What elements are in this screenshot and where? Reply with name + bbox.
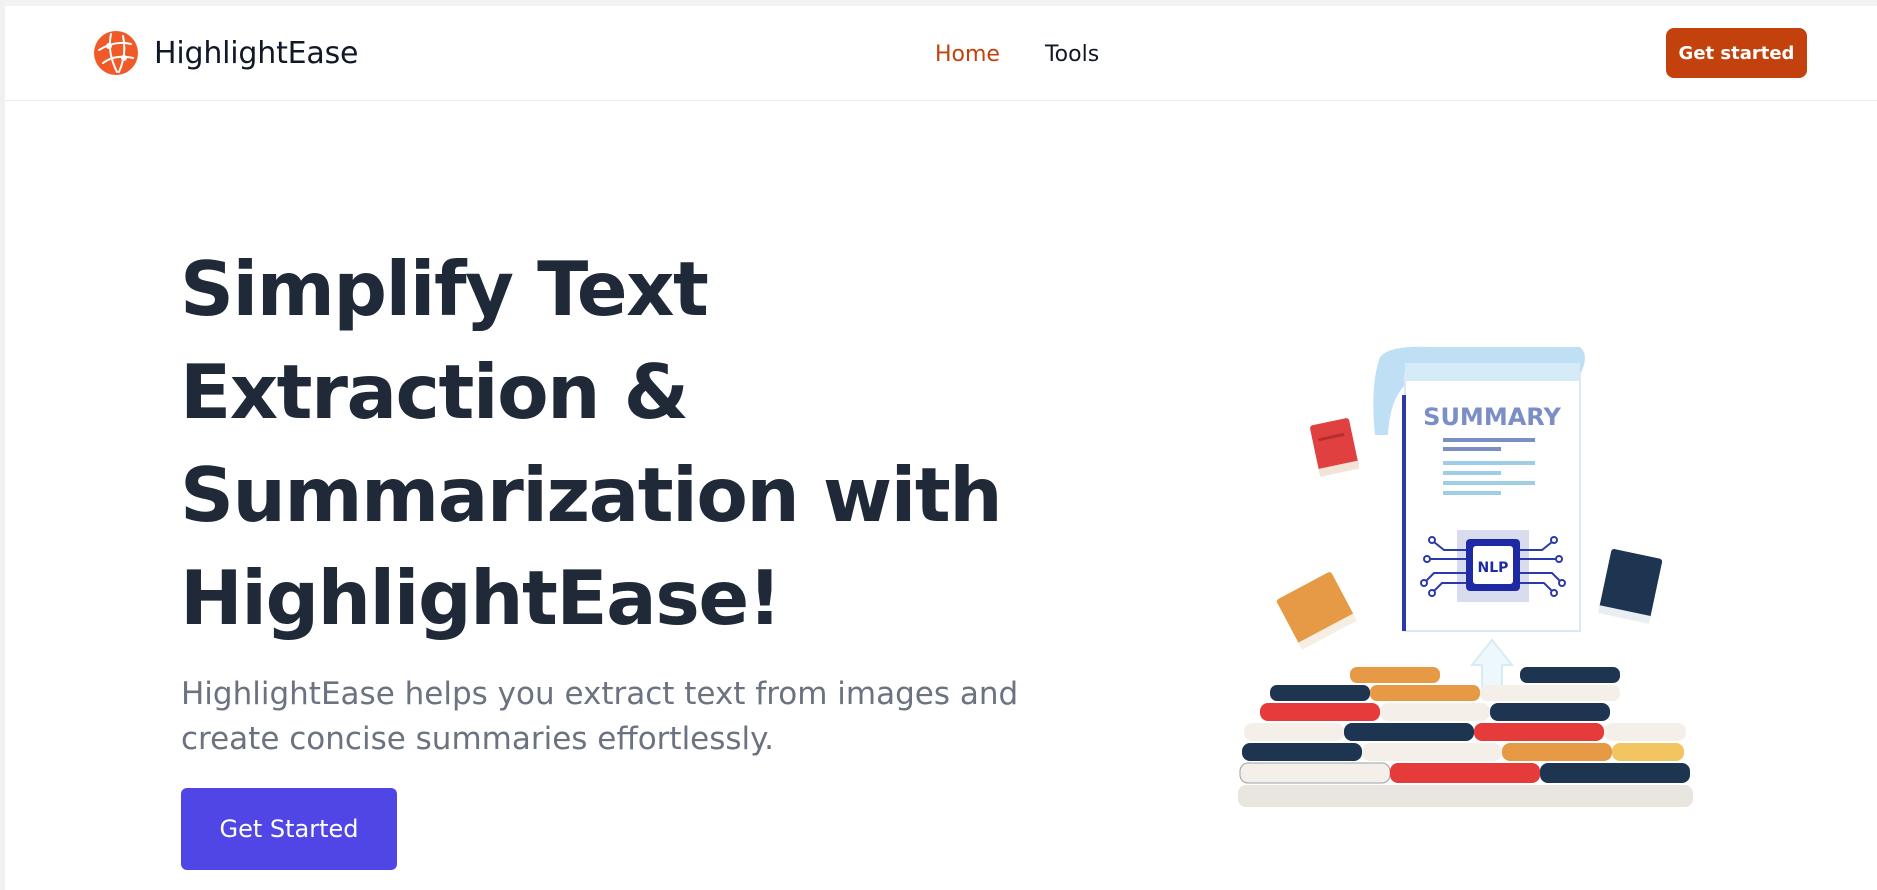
get-started-nav-button[interactable]: Get started xyxy=(1666,28,1807,78)
nav-links: Home Tools xyxy=(935,42,1099,67)
navbar: HighlightEase Home Tools Get started xyxy=(5,6,1877,101)
summary-document: SUMMARY NLP xyxy=(1373,346,1585,632)
hero-title-line: Extraction & xyxy=(180,348,689,436)
red-book xyxy=(1310,418,1360,477)
nlp-chip-label: NLP xyxy=(1478,560,1509,576)
summary-heading: SUMMARY xyxy=(1423,403,1561,431)
hero-subtitle: HighlightEase helps you extract text fro… xyxy=(181,672,1019,762)
nav-link-tools[interactable]: Tools xyxy=(1045,42,1099,67)
hero-title-line: HighlightEase! xyxy=(180,554,782,642)
get-started-hero-button[interactable]: Get Started xyxy=(181,788,397,870)
hero-subtitle-line: HighlightEase helps you extract text fro… xyxy=(181,676,1019,712)
globe-network-icon xyxy=(94,31,138,75)
brand-name: HighlightEase xyxy=(154,35,359,71)
brand-link[interactable]: HighlightEase xyxy=(93,30,358,76)
hero-title: Simplify Text Extraction & Summarization… xyxy=(180,238,1080,650)
hero-title-line: Summarization with xyxy=(180,451,1003,539)
summary-illustration: SUMMARY NLP xyxy=(1238,346,1693,807)
page: HighlightEase Home Tools Get started Sim… xyxy=(0,0,1877,890)
navy-book xyxy=(1598,549,1663,624)
nav-link-home[interactable]: Home xyxy=(935,42,1000,67)
book-stack xyxy=(1238,667,1693,807)
hero-subtitle-line: create concise summaries effortlessly. xyxy=(181,721,774,757)
hero-title-line: Simplify Text xyxy=(180,245,709,333)
window-left-edge xyxy=(0,0,5,890)
orange-book xyxy=(1276,572,1357,650)
